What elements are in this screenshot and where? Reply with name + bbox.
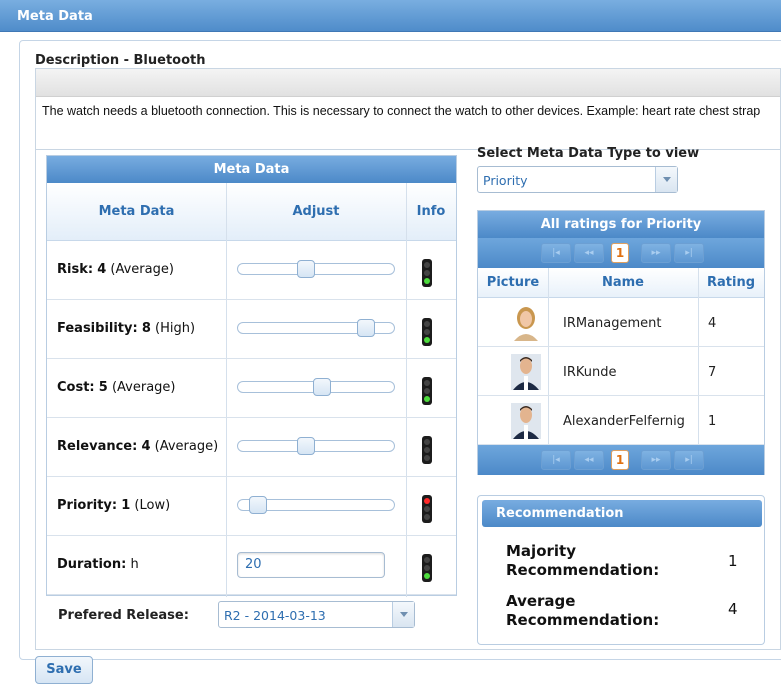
ratings-grid: All ratings for Priority |◂ ◂◂ 1 ▸▸ ▸| P… [477, 210, 765, 475]
release-label: Prefered Release: [58, 608, 189, 623]
grid-title: Meta Data [47, 156, 456, 183]
column-header-info[interactable]: Info [406, 183, 456, 241]
female-avatar [511, 305, 541, 341]
column-header-meta-data[interactable]: Meta Data [47, 183, 226, 241]
adjust-slider[interactable] [237, 319, 395, 337]
adjust-slider[interactable] [237, 437, 395, 455]
last-page-button[interactable]: ▸| [674, 450, 704, 470]
meta-label: Feasibility: 8 (High) [57, 321, 196, 336]
header-title: Meta Data [17, 9, 93, 24]
duration-input[interactable]: 20 [237, 552, 385, 578]
table-row: Relevance: 4 (Average) [47, 418, 456, 477]
slider-handle[interactable] [313, 378, 331, 396]
release-value: R2 - 2014-03-13 [224, 608, 326, 623]
table-row: Feasibility: 8 (High) [47, 300, 456, 359]
slider-handle[interactable] [357, 319, 375, 337]
meta-label: Risk: 4 (Average) [57, 262, 174, 277]
traffic-light-icon [422, 377, 432, 405]
traffic-light-icon [422, 436, 432, 464]
traffic-light-icon [422, 554, 432, 582]
meta-label: Cost: 5 (Average) [57, 380, 176, 395]
ratings-title: All ratings for Priority [478, 211, 764, 238]
column-header-name[interactable]: Name [548, 268, 698, 298]
recommendation-panel: Recommendation Majority Recommendation: … [477, 495, 765, 645]
column-header-rating[interactable]: Rating [698, 268, 764, 298]
table-row[interactable]: IRKunde 7 [478, 347, 764, 396]
majority-recommendation-label: Majority Recommendation: [506, 542, 660, 579]
description-text: The watch needs a bluetooth connection. … [42, 104, 761, 118]
table-row-duration: Duration: h 20 [47, 536, 456, 595]
chevron-down-icon[interactable] [392, 602, 414, 627]
type-select-label: Select Meta Data Type to view [477, 146, 700, 161]
rating-value: 4 [708, 316, 717, 331]
average-recommendation-label: Average Recommendation: [506, 592, 660, 629]
table-row: Priority: 1 (Low) [47, 477, 456, 536]
grid-header: Meta Data Adjust Info [47, 183, 456, 241]
rating-value: 1 [708, 414, 717, 429]
meta-data-grid: Meta Data Meta Data Adjust Info Risk: 4 … [46, 155, 457, 597]
last-page-button[interactable]: ▸| [674, 243, 704, 263]
meta-type-select[interactable]: Priority [477, 166, 678, 193]
save-button[interactable]: Save [35, 656, 93, 684]
rating-value: 7 [708, 365, 717, 380]
next-page-button[interactable]: ▸▸ [641, 243, 671, 263]
pager-bottom: |◂ ◂◂ 1 ▸▸ ▸| [478, 445, 764, 475]
adjust-slider[interactable] [237, 378, 395, 396]
meta-type-value: Priority [483, 173, 528, 188]
slider-handle[interactable] [297, 260, 315, 278]
traffic-light-icon [422, 495, 432, 523]
release-select[interactable]: R2 - 2014-03-13 [218, 601, 415, 628]
traffic-light-icon [422, 318, 432, 346]
top-header-bar: Meta Data [0, 0, 781, 32]
description-editor[interactable]: The watch needs a bluetooth connection. … [35, 68, 781, 150]
current-page[interactable]: 1 [611, 243, 629, 263]
editor-toolbar [36, 69, 780, 97]
majority-recommendation-value: 1 [728, 552, 738, 570]
slider-handle[interactable] [297, 437, 315, 455]
description-title: Description - Bluetooth [35, 53, 206, 68]
male-avatar [511, 403, 541, 439]
prev-page-button[interactable]: ◂◂ [574, 243, 604, 263]
column-header-picture[interactable]: Picture [478, 268, 548, 298]
prev-page-button[interactable]: ◂◂ [574, 450, 604, 470]
male-avatar [511, 354, 541, 390]
first-page-button[interactable]: |◂ [541, 243, 571, 263]
meta-label: Relevance: 4 (Average) [57, 439, 219, 454]
traffic-light-icon [422, 259, 432, 287]
recommendation-title: Recommendation [482, 500, 762, 527]
next-page-button[interactable]: ▸▸ [641, 450, 671, 470]
table-row: Risk: 4 (Average) [47, 241, 456, 300]
duration-label: Duration: h [57, 557, 139, 572]
rating-user-name: IRKunde [563, 365, 617, 380]
ratings-header: Picture Name Rating [478, 268, 764, 298]
table-row[interactable]: AlexanderFelfernig 1 [478, 396, 764, 445]
rating-user-name: IRManagement [563, 316, 662, 331]
average-recommendation-value: 4 [728, 600, 738, 618]
meta-label: Priority: 1 (Low) [57, 498, 171, 513]
table-row: Cost: 5 (Average) [47, 359, 456, 418]
table-row[interactable]: IRManagement 4 [478, 298, 764, 347]
first-page-button[interactable]: |◂ [541, 450, 571, 470]
chevron-down-icon[interactable] [655, 167, 677, 192]
adjust-slider[interactable] [237, 496, 395, 514]
slider-handle[interactable] [249, 496, 267, 514]
pager-top: |◂ ◂◂ 1 ▸▸ ▸| [478, 238, 764, 268]
current-page[interactable]: 1 [611, 450, 629, 470]
adjust-slider[interactable] [237, 260, 395, 278]
column-header-adjust[interactable]: Adjust [226, 183, 406, 241]
rating-user-name: AlexanderFelfernig [563, 414, 685, 429]
